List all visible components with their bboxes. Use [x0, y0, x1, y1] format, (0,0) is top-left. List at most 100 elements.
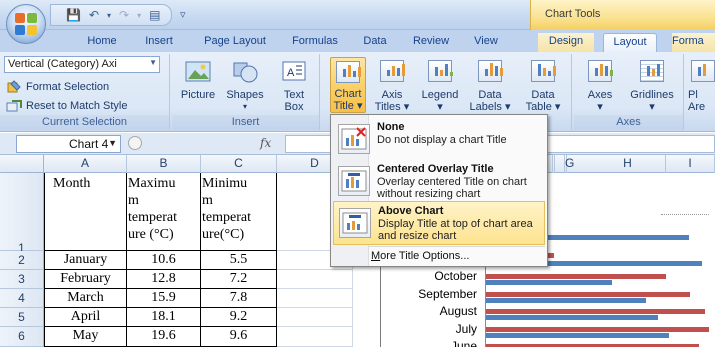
cell-b1[interactable]: Maximu m temperat ure (°C) — [127, 173, 201, 251]
chart-bar[interactable] — [486, 309, 705, 314]
row-header-1[interactable]: 1 — [0, 173, 44, 255]
menu-item-centered-overlay-title[interactable]: Centered Overlay Title Overlay centered … — [333, 160, 545, 204]
chart-bar[interactable] — [486, 291, 690, 297]
menu-item-above-chart-desc: Display Title at top of chart area and r… — [378, 218, 533, 242]
select-all-corner[interactable] — [0, 155, 44, 173]
cell-d5[interactable] — [277, 308, 353, 327]
cell-b4[interactable]: 15.9 — [127, 289, 201, 308]
column-header-c[interactable]: C — [201, 155, 277, 173]
cell-b3[interactable]: 12.8 — [127, 270, 201, 289]
axis-titles-button[interactable]: Axis Titles ▾ — [374, 57, 410, 113]
tab-design[interactable]: Design — [538, 33, 594, 52]
cell-d6[interactable] — [277, 327, 353, 347]
cell-c2[interactable]: 5.5 — [201, 251, 277, 270]
cell-c3[interactable]: 7.2 — [201, 270, 277, 289]
cell-b6[interactable]: 19.6 — [127, 327, 201, 347]
legend-button[interactable]: Legend ▾ — [418, 57, 462, 113]
row-header-5[interactable]: 5 — [0, 308, 44, 327]
tab-review[interactable]: Review — [406, 33, 456, 52]
picture-button[interactable]: Picture — [178, 57, 218, 113]
tab-page-layout[interactable]: Page Layout — [196, 33, 274, 52]
cell-a2[interactable]: January — [44, 251, 127, 270]
row-header-3[interactable]: 3 — [0, 270, 44, 289]
cell-a6[interactable]: May — [44, 327, 127, 347]
axes-icon — [585, 57, 615, 87]
customize-qat-icon[interactable]: ▿ — [180, 8, 186, 21]
tab-format[interactable]: Forma — [672, 33, 715, 52]
column-header-i[interactable]: I — [666, 155, 715, 173]
axis-titles-icon — [377, 57, 407, 87]
text-box-button[interactable]: A Text Box — [274, 57, 314, 113]
cell-d3[interactable] — [277, 270, 353, 289]
redo-dropdown-icon[interactable]: ▾ — [134, 11, 144, 20]
chart-bar[interactable] — [486, 326, 709, 332]
undo-dropdown-icon[interactable]: ▾ — [104, 11, 114, 20]
cell-d4[interactable] — [277, 289, 353, 308]
chart-elements-combo[interactable]: Vertical (Category) Axi ▼ — [4, 56, 160, 73]
save-icon[interactable]: 💾 — [63, 8, 84, 22]
format-selection-button[interactable]: Format Selection — [6, 78, 109, 96]
tab-formulas[interactable]: Formulas — [284, 33, 346, 52]
chart-bar[interactable] — [486, 280, 612, 285]
chart-category-label[interactable]: September — [381, 287, 477, 301]
menu-item-none[interactable]: None Do not display a chart Title — [333, 118, 545, 162]
undo-icon[interactable]: ↶ — [86, 8, 102, 22]
cell-b5[interactable]: 18.1 — [127, 308, 201, 327]
cell-c6[interactable]: 9.6 — [201, 327, 277, 347]
row-header-2[interactable]: 2 — [0, 251, 44, 270]
data-table-button[interactable]: Data Table ▾ — [520, 57, 566, 113]
menu-item-above-chart[interactable]: Above Chart Display Title at top of char… — [333, 201, 545, 245]
shapes-button[interactable]: Shapes ▾ — [222, 57, 268, 113]
cell-a4[interactable]: March — [44, 289, 127, 308]
reset-to-match-style-button[interactable]: Reset to Match Style — [6, 97, 128, 115]
formula-bar-expand-icon[interactable] — [128, 136, 142, 150]
column-header-a[interactable]: A — [44, 155, 127, 173]
column-header-h[interactable]: H — [590, 155, 666, 173]
tab-home[interactable]: Home — [80, 33, 124, 52]
cell-c4[interactable]: 7.8 — [201, 289, 277, 308]
chart-bar[interactable] — [486, 315, 658, 320]
row-header-4[interactable]: 4 — [0, 289, 44, 308]
axes-button[interactable]: Axes ▾ — [580, 57, 620, 113]
cell-b2[interactable]: 10.6 — [127, 251, 201, 270]
column-header-g-label[interactable]: G — [565, 155, 574, 173]
column-header-g-edge[interactable] — [555, 155, 565, 173]
chart-bar[interactable] — [486, 274, 666, 279]
row-header-6[interactable]: 6 — [0, 327, 44, 347]
tab-view[interactable]: View — [466, 33, 506, 52]
shapes-icon — [230, 57, 260, 87]
cell-a1[interactable]: Month — [44, 173, 127, 251]
office-logo-icon — [15, 13, 37, 35]
cell-c5[interactable]: 9.2 — [201, 308, 277, 327]
cell-c1[interactable]: Minimu m temperat ure(°C) — [201, 173, 277, 251]
chart-category-label[interactable]: October — [381, 269, 477, 283]
print-preview-icon[interactable]: ▤ — [146, 8, 163, 22]
office-button[interactable] — [6, 4, 46, 44]
header-max-line1: Maximu — [128, 176, 176, 191]
gridlines-button[interactable]: Gridlines ▾ — [624, 57, 680, 113]
chart-category-label[interactable]: June — [381, 339, 477, 347]
cell-a5[interactable]: April — [44, 308, 127, 327]
tab-layout[interactable]: Layout — [603, 33, 657, 52]
insert-function-icon[interactable]: fx — [260, 136, 271, 150]
chart-bar[interactable] — [486, 332, 669, 338]
tab-data[interactable]: Data — [356, 33, 394, 52]
name-box[interactable]: Chart 4 ▼ — [16, 135, 121, 153]
chart-title-button[interactable]: Chart Title ▾ — [330, 57, 366, 113]
redo-icon[interactable]: ↷ — [116, 8, 132, 22]
chart-category-label[interactable]: July — [381, 322, 477, 336]
tab-insert[interactable]: Insert — [136, 33, 182, 52]
chart-category-label[interactable]: August — [381, 304, 477, 318]
more-title-options-link[interactable]: More Title Options... — [371, 250, 469, 262]
chart-bar[interactable] — [486, 297, 646, 303]
axes-group-label: Axes — [574, 115, 683, 130]
name-box-dropdown-icon[interactable]: ▼ — [108, 138, 117, 148]
menu-item-none-title: None — [377, 121, 405, 133]
shapes-dropdown-icon: ▾ — [242, 102, 247, 111]
column-header-b[interactable]: B — [127, 155, 201, 173]
legend-label-line2: ▾ — [437, 101, 443, 113]
data-labels-button[interactable]: Data Labels ▾ — [466, 57, 514, 113]
header-min-line4: ure(°C) — [202, 227, 245, 242]
plot-area-button[interactable]: Pl Are — [688, 57, 715, 113]
cell-a3[interactable]: February — [44, 270, 127, 289]
